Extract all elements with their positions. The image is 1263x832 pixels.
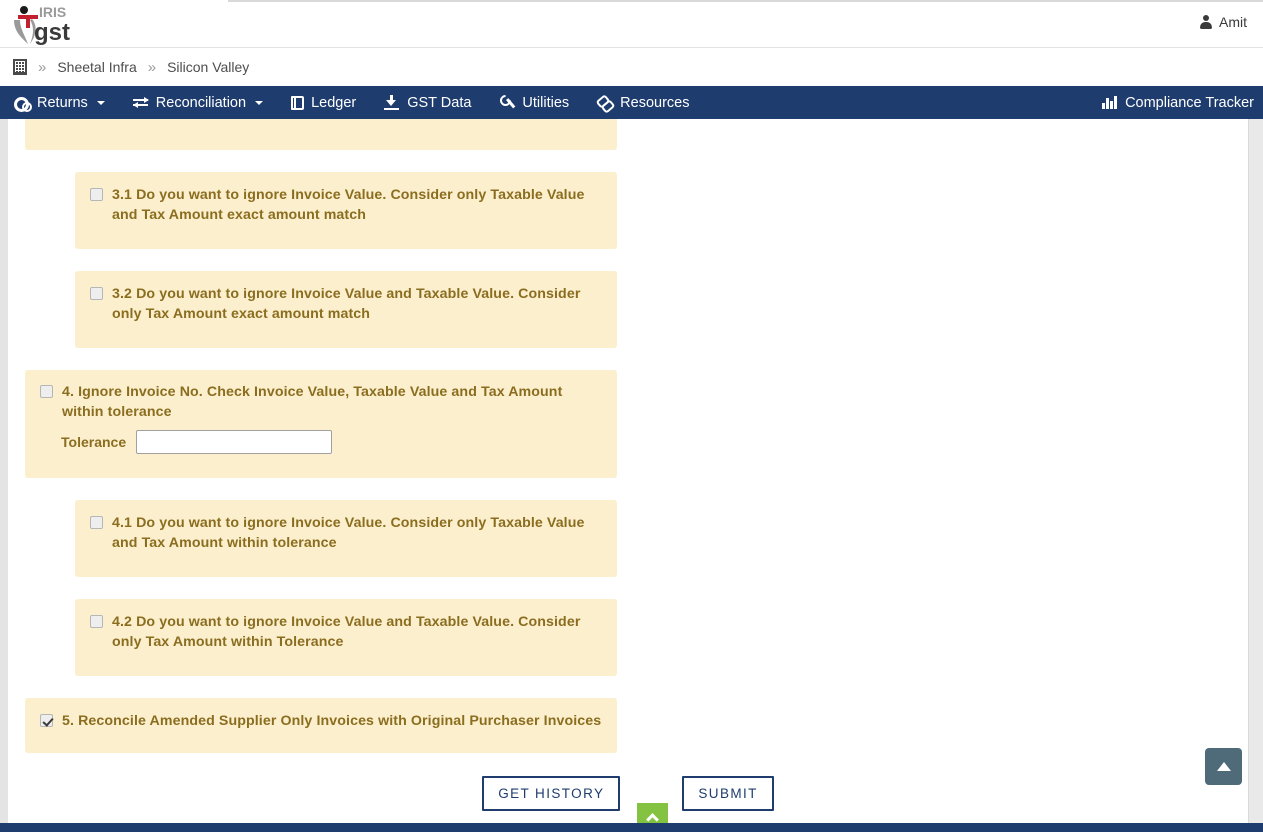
- bar-chart-icon: [1102, 95, 1118, 110]
- rule-panel-clipped-top[interactable]: amount match: [25, 119, 617, 150]
- chevron-down-icon: [96, 100, 105, 105]
- rule-checkbox-3-2[interactable]: [90, 287, 103, 300]
- nav-label-ledger: Ledger: [311, 94, 357, 111]
- building-icon[interactable]: [13, 59, 27, 75]
- header-divider-line: [228, 0, 1263, 2]
- form-actions: GET HISTORY SUBMIT: [8, 776, 1248, 811]
- page-scrollbar[interactable]: [1248, 119, 1263, 832]
- svg-text:gst: gst: [34, 19, 70, 46]
- nav-label-returns: Returns: [37, 94, 88, 111]
- user-name-label: Amit: [1219, 14, 1247, 30]
- footer-bar: [0, 823, 1263, 832]
- link-icon: [597, 95, 613, 110]
- nav-item-reconciliation[interactable]: Reconciliation: [119, 86, 277, 119]
- book-icon: [291, 95, 305, 110]
- rule-label-4-2: 4.2 Do you want to ignore Invoice Value …: [112, 614, 581, 650]
- get-history-button[interactable]: GET HISTORY: [482, 776, 621, 811]
- gears-icon: [14, 95, 32, 112]
- tolerance-input[interactable]: [136, 430, 333, 454]
- nav-label-compliance-tracker: Compliance Tracker: [1125, 94, 1254, 111]
- chevron-down-icon: [255, 100, 264, 105]
- nav-label-gst-data: GST Data: [407, 94, 472, 111]
- nav-item-resources[interactable]: Resources: [583, 86, 703, 119]
- rule-checkbox-3-1[interactable]: [90, 188, 103, 201]
- rule-checkbox-4-1[interactable]: [90, 516, 103, 529]
- rule-checkbox-4-2[interactable]: [90, 615, 103, 628]
- breadcrumb-separator: »: [147, 58, 157, 76]
- triangle-up-icon: [1216, 762, 1231, 771]
- user-menu[interactable]: Amit: [1200, 14, 1247, 30]
- rule-label-4: 4. Ignore Invoice No. Check Invoice Valu…: [62, 384, 563, 420]
- nav-label-resources: Resources: [620, 94, 690, 111]
- rule-checkbox-4[interactable]: [40, 385, 53, 398]
- rule-checkbox-5[interactable]: [40, 714, 53, 727]
- rule-panel-4-2[interactable]: 4.2 Do you want to ignore Invoice Value …: [75, 599, 617, 676]
- main-navigation: Returns Reconciliation Ledger GST Data U…: [0, 86, 1263, 119]
- nav-label-reconciliation: Reconciliation: [155, 94, 247, 111]
- reconciliation-rules-panel: amount match 3.1 Do you want to ignore I…: [8, 119, 1248, 823]
- nav-label-utilities: Utilities: [522, 94, 570, 111]
- exchange-icon: [132, 95, 149, 110]
- nav-item-returns[interactable]: Returns: [0, 86, 119, 119]
- svg-text:IRIS: IRIS: [39, 4, 66, 20]
- breadcrumb-item-branch[interactable]: Silicon Valley: [167, 59, 249, 75]
- scroll-to-top-slate-button[interactable]: [1205, 748, 1242, 785]
- rule-panel-3-2[interactable]: 3.2 Do you want to ignore Invoice Value …: [75, 271, 617, 348]
- breadcrumb: » Sheetal Infra » Silicon Valley: [0, 48, 1263, 86]
- nav-item-compliance-tracker[interactable]: Compliance Tracker: [1102, 86, 1254, 119]
- download-icon: [384, 95, 400, 110]
- rule-panel-5[interactable]: 5. Reconcile Amended Supplier Only Invoi…: [25, 698, 617, 753]
- rule-panel-4[interactable]: 4. Ignore Invoice No. Check Invoice Valu…: [25, 370, 617, 478]
- app-root: IRIS gst Amit » Sheetal Infra » Silicon …: [0, 0, 1263, 832]
- tolerance-row: Tolerance: [40, 430, 602, 454]
- nav-item-gst-data[interactable]: GST Data: [370, 86, 485, 119]
- rule-panel-3-1[interactable]: 3.1 Do you want to ignore Invoice Value.…: [75, 172, 617, 249]
- rule-label-4-1: 4.1 Do you want to ignore Invoice Value.…: [112, 515, 585, 551]
- tolerance-label: Tolerance: [61, 434, 127, 450]
- rule-label-3-2: 3.2 Do you want to ignore Invoice Value …: [112, 286, 581, 322]
- submit-button[interactable]: SUBMIT: [682, 776, 774, 811]
- wrench-icon: [499, 95, 515, 110]
- top-header: IRIS gst Amit: [0, 0, 1263, 48]
- breadcrumb-item-company[interactable]: Sheetal Infra: [57, 59, 136, 75]
- rule-label-5: 5. Reconcile Amended Supplier Only Invoi…: [62, 713, 602, 729]
- nav-item-utilities[interactable]: Utilities: [485, 86, 583, 119]
- breadcrumb-separator: »: [38, 58, 47, 76]
- iris-gst-logo[interactable]: IRIS gst: [8, 2, 98, 46]
- rule-panel-4-1[interactable]: 4.1 Do you want to ignore Invoice Value.…: [75, 500, 617, 577]
- user-icon: [1200, 15, 1212, 29]
- page-body: amount match 3.1 Do you want to ignore I…: [0, 119, 1248, 823]
- nav-item-ledger[interactable]: Ledger: [277, 86, 370, 119]
- rule-label-3-1: 3.1 Do you want to ignore Invoice Value.…: [112, 187, 585, 223]
